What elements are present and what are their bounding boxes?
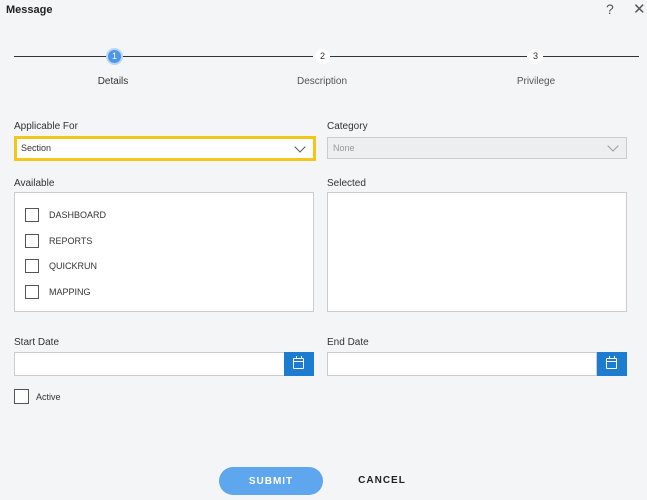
- dialog-title: Message: [6, 4, 53, 16]
- step-connector: [330, 56, 527, 57]
- available-item-checkbox[interactable]: [25, 234, 39, 248]
- available-item-checkbox[interactable]: [25, 285, 39, 299]
- available-list[interactable]: DASHBOARD REPORTS QUICKRUN MAPPING: [14, 192, 314, 312]
- available-item-checkbox[interactable]: [25, 208, 39, 222]
- available-label: Available: [14, 178, 55, 189]
- dialog-titlebar: Message ? ✕: [0, 0, 647, 22]
- help-icon[interactable]: ?: [606, 1, 614, 17]
- available-item-label: DASHBOARD: [49, 210, 107, 220]
- available-item-checkbox[interactable]: [25, 259, 39, 273]
- selected-label: Selected: [327, 178, 366, 189]
- selected-list[interactable]: [327, 192, 627, 312]
- end-date-input[interactable]: [327, 352, 597, 376]
- submit-button[interactable]: SUBMIT: [219, 467, 323, 495]
- start-date-calendar-button[interactable]: [284, 352, 314, 376]
- category-value: None: [333, 143, 355, 153]
- step-connector: [14, 56, 106, 57]
- step-1-label: Details: [97, 76, 129, 87]
- step-1-indicator[interactable]: 1: [106, 48, 123, 65]
- step-2-label: Description: [296, 76, 348, 87]
- close-icon[interactable]: ✕: [633, 0, 646, 18]
- category-label: Category: [327, 121, 368, 132]
- step-3-label: Privilege: [516, 76, 556, 87]
- wizard-stepper: 1 2 3 Details Description Privilege: [0, 44, 647, 94]
- end-date-label: End Date: [327, 337, 369, 348]
- step-connector: [543, 56, 639, 57]
- available-item-label: QUICKRUN: [49, 261, 98, 271]
- step-2-indicator[interactable]: 2: [315, 49, 330, 64]
- calendar-icon: [293, 356, 304, 369]
- chevron-down-icon: [294, 141, 306, 153]
- calendar-icon: [606, 356, 617, 369]
- step-connector: [122, 56, 313, 57]
- available-item-label: MAPPING: [49, 287, 91, 297]
- applicable-for-value: Section: [21, 143, 52, 153]
- start-date-input[interactable]: [14, 352, 285, 376]
- category-select[interactable]: None: [327, 137, 627, 159]
- start-date-label: Start Date: [14, 337, 60, 348]
- available-item-label: REPORTS: [49, 236, 93, 246]
- end-date-calendar-button[interactable]: [597, 352, 627, 376]
- chevron-down-icon: [607, 140, 619, 152]
- active-label: Active: [36, 392, 61, 402]
- applicable-for-label: Applicable For: [14, 121, 78, 132]
- step-3-indicator[interactable]: 3: [528, 49, 543, 64]
- cancel-button[interactable]: CANCEL: [346, 467, 418, 495]
- applicable-for-select[interactable]: Section: [14, 136, 316, 161]
- active-checkbox[interactable]: [14, 389, 29, 404]
